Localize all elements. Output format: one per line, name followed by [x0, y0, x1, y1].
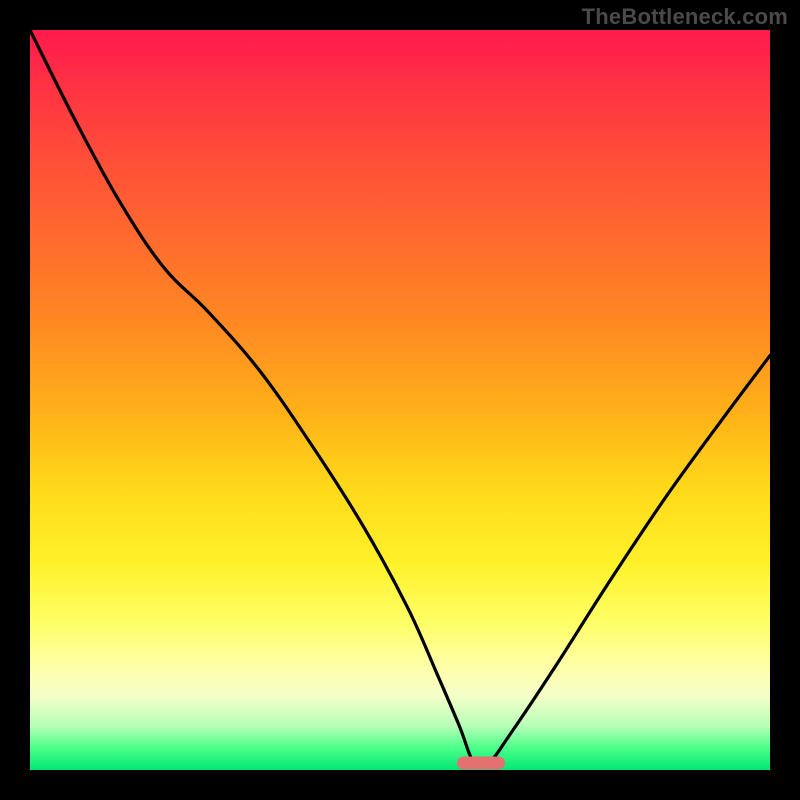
bottleneck-curve — [30, 30, 770, 767]
watermark-text: TheBottleneck.com — [582, 4, 788, 30]
plot-area — [30, 30, 770, 770]
minimum-marker — [457, 756, 505, 769]
chart-frame: TheBottleneck.com — [0, 0, 800, 800]
curve-svg — [30, 30, 770, 770]
